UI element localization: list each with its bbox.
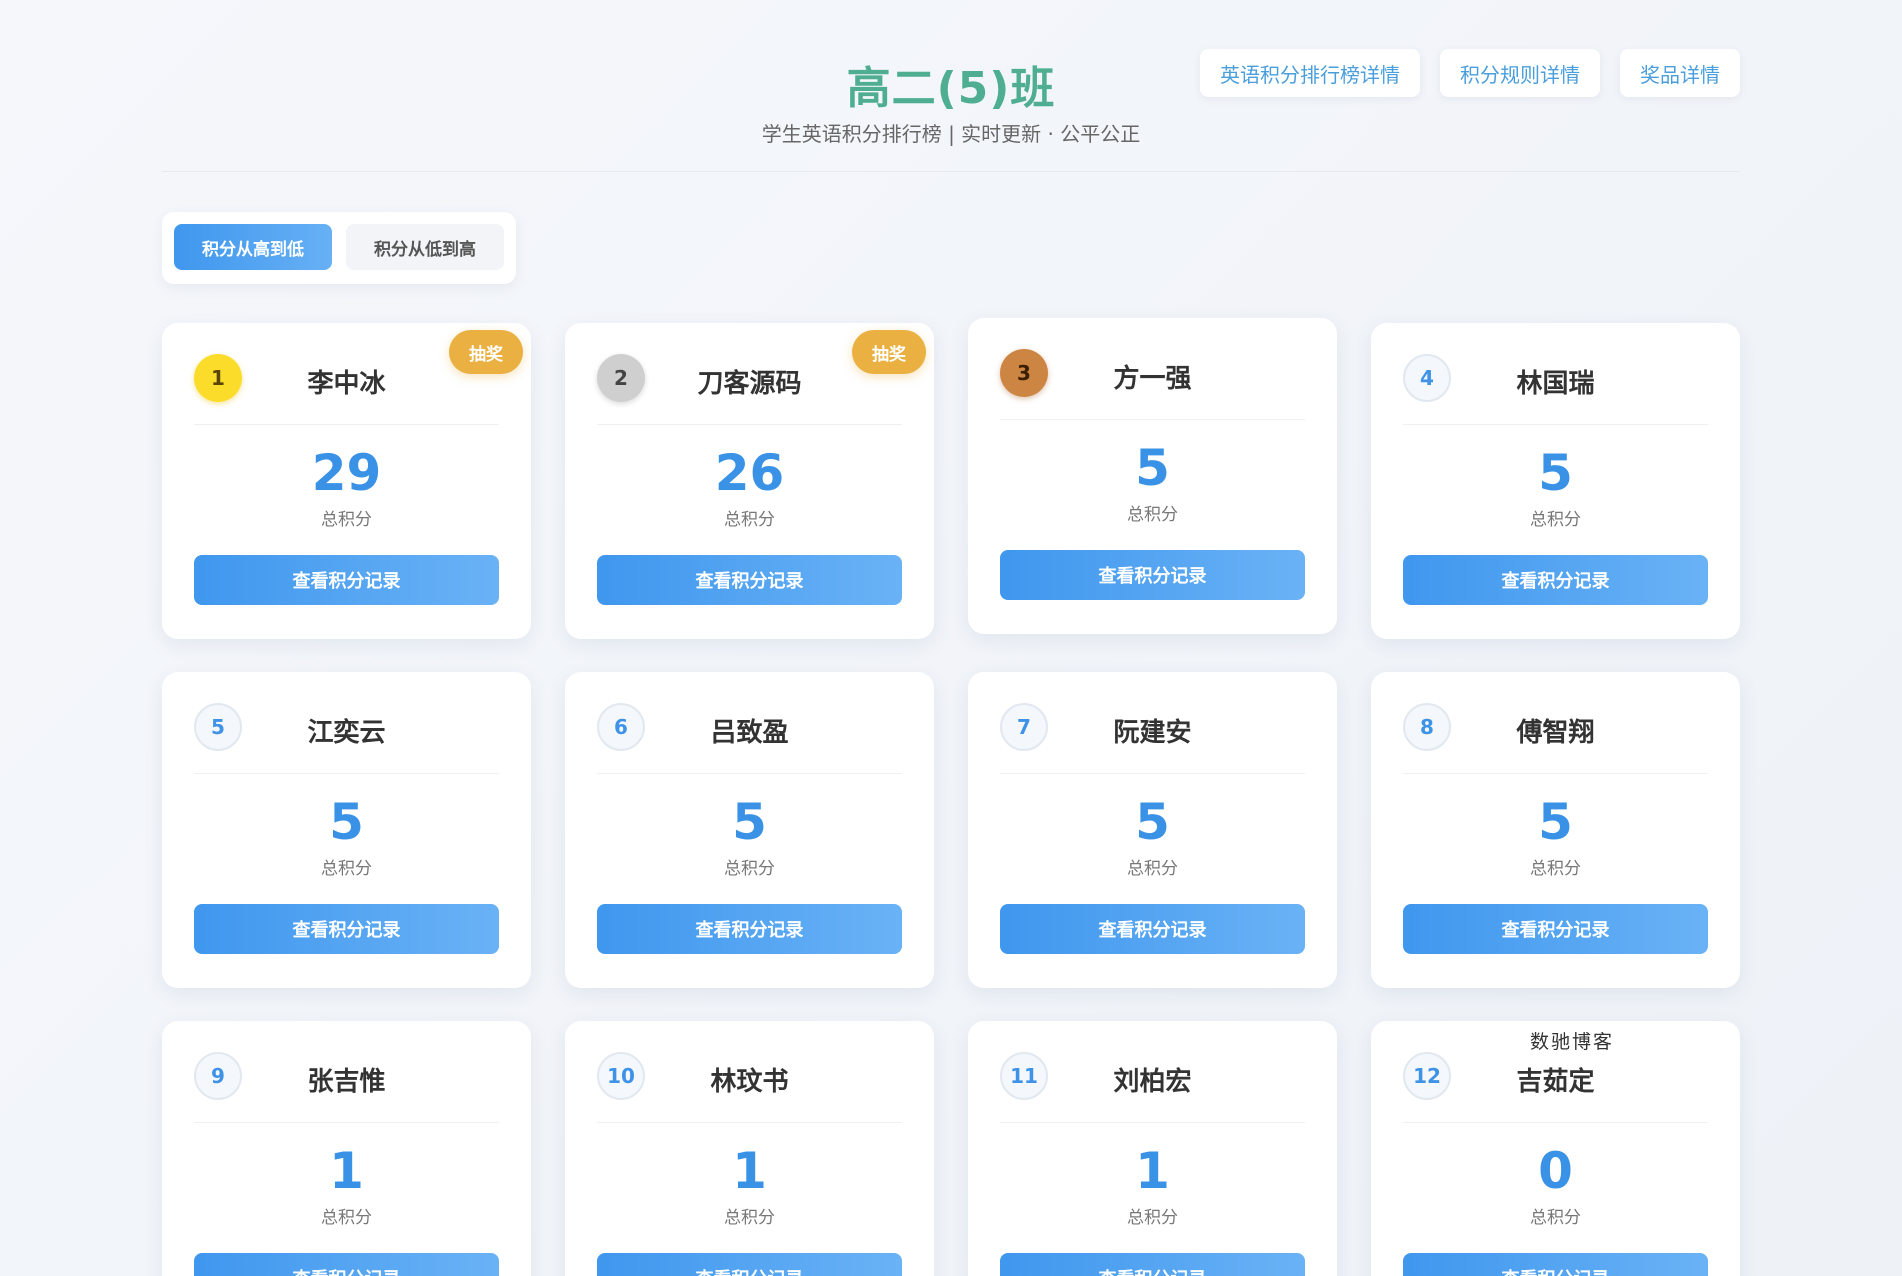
view-score-record-button[interactable]: 查看积分记录 xyxy=(597,904,902,954)
total-score: 26 xyxy=(714,444,785,502)
total-score-label: 总积分 xyxy=(321,1208,372,1228)
total-score: 29 xyxy=(311,444,382,502)
total-score-label: 总积分 xyxy=(1530,859,1581,879)
sort-desc-button[interactable]: 积分从高到低 xyxy=(174,224,332,270)
student-card: 4 林国瑞 5 总积分 查看积分记录 xyxy=(1371,323,1740,639)
view-score-record-button[interactable]: 查看积分记录 xyxy=(597,555,902,605)
sort-toggle: 积分从高到低 积分从低到高 xyxy=(162,212,516,284)
leaderboard-page: 高二(5)班 学生英语积分排行榜 | 实时更新 · 公平公正 英语积分排行榜详情… xyxy=(0,0,1902,1276)
total-score-label: 总积分 xyxy=(724,859,775,879)
total-score: 5 xyxy=(329,793,364,851)
student-card: 10林玟书1总积分查看积分记录 xyxy=(565,1021,934,1276)
total-score: 1 xyxy=(329,1142,364,1200)
student-card: 11刘柏宏1总积分查看积分记录 xyxy=(968,1021,1337,1276)
student-name: 傅智翔 xyxy=(1516,718,1595,748)
view-score-record-button[interactable]: 查看积分记录 xyxy=(194,1253,499,1276)
total-score-label: 总积分 xyxy=(1530,510,1581,530)
student-name: 江奕云 xyxy=(307,718,386,748)
card-divider xyxy=(1403,1122,1708,1123)
leaderboard-details-link[interactable]: 英语积分排行榜详情 xyxy=(1200,49,1420,97)
card-divider xyxy=(1000,419,1305,420)
total-score: 1 xyxy=(1135,1142,1170,1200)
view-score-record-button[interactable]: 查看积分记录 xyxy=(597,1253,902,1276)
page-subtitle: 学生英语积分排行榜 | 实时更新 · 公平公正 xyxy=(761,122,1141,146)
student-card: 2 刀客源码 26 总积分 查看积分记录 抽奖 xyxy=(565,323,934,639)
sort-asc-button[interactable]: 积分从低到高 xyxy=(346,224,504,270)
student-name: 刘柏宏 xyxy=(1113,1067,1192,1097)
total-score: 0 xyxy=(1538,1142,1573,1200)
total-score: 5 xyxy=(1135,793,1170,851)
view-score-record-button[interactable]: 查看积分记录 xyxy=(1403,904,1708,954)
total-score-label: 总积分 xyxy=(1127,1208,1178,1228)
total-score-label: 总积分 xyxy=(1127,505,1178,525)
top-links: 英语积分排行榜详情 积分规则详情 奖品详情 xyxy=(1200,49,1740,97)
student-card: 12吉茹定0总积分查看积分记录 xyxy=(1371,1021,1740,1276)
view-score-record-button[interactable]: 查看积分记录 xyxy=(194,555,499,605)
page-header: 高二(5)班 学生英语积分排行榜 | 实时更新 · 公平公正 英语积分排行榜详情… xyxy=(162,0,1740,172)
view-score-record-button[interactable]: 查看积分记录 xyxy=(1000,550,1305,600)
student-name: 林玟书 xyxy=(710,1067,789,1097)
view-score-record-button[interactable]: 查看积分记录 xyxy=(1000,1253,1305,1276)
student-card: 6 吕致盈 5 总积分 查看积分记录 xyxy=(565,672,934,988)
view-score-record-button[interactable]: 查看积分记录 xyxy=(1000,904,1305,954)
total-score-label: 总积分 xyxy=(1127,859,1178,879)
student-name: 张吉惟 xyxy=(307,1067,386,1097)
student-name: 方一强 xyxy=(1113,364,1192,394)
student-card: 1 李中冰 29 总积分 查看积分记录 抽奖 xyxy=(162,323,531,639)
card-divider xyxy=(597,773,902,774)
total-score-label: 总积分 xyxy=(321,859,372,879)
total-score: 5 xyxy=(1135,439,1170,497)
card-divider xyxy=(1000,1122,1305,1123)
prizes-details-link[interactable]: 奖品详情 xyxy=(1620,49,1740,97)
card-divider xyxy=(1403,773,1708,774)
lottery-badge[interactable]: 抽奖 xyxy=(449,330,523,374)
student-name: 吕致盈 xyxy=(710,718,789,748)
card-divider xyxy=(597,1122,902,1123)
student-card: 3 方一强 5 总积分 查看积分记录 xyxy=(968,318,1337,634)
rules-details-link[interactable]: 积分规则详情 xyxy=(1440,49,1600,97)
view-score-record-button[interactable]: 查看积分记录 xyxy=(194,904,499,954)
total-score: 5 xyxy=(1538,793,1573,851)
total-score-label: 总积分 xyxy=(1530,1208,1581,1228)
view-score-record-button[interactable]: 查看积分记录 xyxy=(1403,1253,1708,1276)
student-card: 5 江奕云 5 总积分 查看积分记录 xyxy=(162,672,531,988)
card-divider xyxy=(1403,424,1708,425)
student-name: 吉茹定 xyxy=(1516,1067,1595,1097)
total-score-label: 总积分 xyxy=(724,510,775,530)
student-name: 阮建安 xyxy=(1113,718,1192,748)
lottery-badge[interactable]: 抽奖 xyxy=(852,330,926,374)
student-card: 7 阮建安 5 总积分 查看积分记录 xyxy=(968,672,1337,988)
total-score-label: 总积分 xyxy=(724,1208,775,1228)
card-divider xyxy=(597,424,902,425)
card-divider xyxy=(194,1122,499,1123)
student-card: 8 傅智翔 5 总积分 查看积分记录 xyxy=(1371,672,1740,988)
student-card: 9张吉惟1总积分查看积分记录 xyxy=(162,1021,531,1276)
total-score: 1 xyxy=(732,1142,767,1200)
student-name: 林国瑞 xyxy=(1516,369,1595,399)
card-divider xyxy=(194,424,499,425)
total-score: 5 xyxy=(1538,444,1573,502)
total-score-label: 总积分 xyxy=(321,510,372,530)
card-divider xyxy=(194,773,499,774)
card-divider xyxy=(1000,773,1305,774)
total-score: 5 xyxy=(732,793,767,851)
view-score-record-button[interactable]: 查看积分记录 xyxy=(1403,555,1708,605)
watermark: 数驰博客 xyxy=(1530,1031,1615,1053)
